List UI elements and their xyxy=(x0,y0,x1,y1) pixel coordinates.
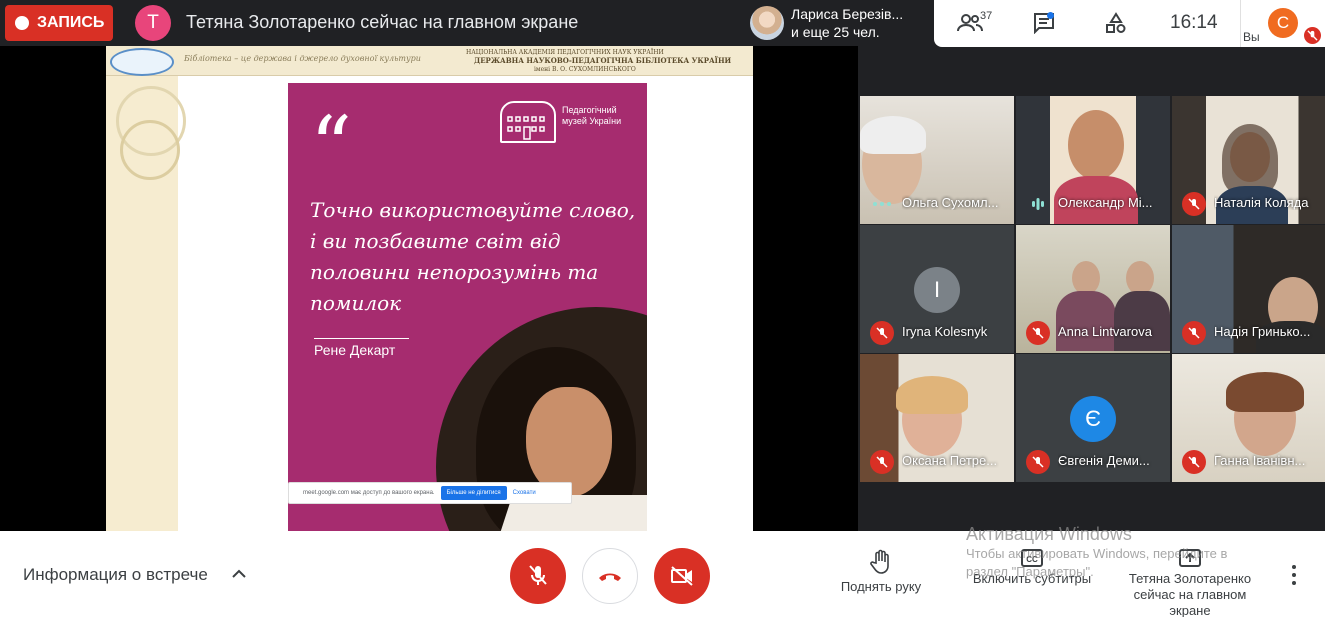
raise-hand-button[interactable]: Поднять руку xyxy=(835,549,927,594)
participant-tile[interactable]: Ольга Сухомл... xyxy=(860,96,1014,224)
mic-off-icon xyxy=(1026,321,1050,345)
academy-line: НАЦІОНАЛЬНА АКАДЕМІЯ ПЕДАГОГІЧНИХ НАУК У… xyxy=(466,49,664,56)
share-notice: meet.google.com має доступ до вашого екр… xyxy=(303,490,435,496)
mic-off-icon xyxy=(1182,192,1206,216)
hide-button[interactable]: Сховати xyxy=(513,490,536,496)
quote-author: Рене Декарт xyxy=(314,342,396,358)
mic-off-icon xyxy=(870,321,894,345)
participant-grid: Ольга Сухомл... Олександр Мі... Наталія … xyxy=(860,96,1325,482)
stop-sharing-button[interactable]: Більше не ділитися xyxy=(440,486,507,500)
quote-text: Точно використовуйте слово, і ви позбави… xyxy=(310,198,636,315)
screen-share-bar: meet.google.com має доступ до вашого екр… xyxy=(288,482,572,504)
participant-name: Олександр Мі... xyxy=(1058,195,1153,210)
slide-left-decoration xyxy=(106,46,186,531)
captions-label: Включить субтитры xyxy=(972,571,1092,586)
top-bar: ЗАПИСЬ Т Тетяна Золотаренко сейчас на гл… xyxy=(0,0,1325,47)
participant-name: Ольга Сухомл... xyxy=(902,195,999,210)
presenting-button[interactable]: Тетяна Золотаренко сейчас на главном экр… xyxy=(1122,549,1258,617)
participant-tile[interactable]: Оксана Петре... xyxy=(860,354,1014,482)
more-options-icon[interactable] xyxy=(1284,563,1304,587)
people-count: 37 xyxy=(980,10,993,22)
participant-name: Iryna Kolesnyk xyxy=(902,324,988,339)
participant-name: Оксана Петре... xyxy=(902,453,998,468)
divider xyxy=(314,338,409,339)
record-dot-icon xyxy=(15,16,29,30)
participant-avatar: Є xyxy=(1070,396,1116,442)
quote-marks: “ xyxy=(310,100,352,195)
mic-off-icon xyxy=(1182,450,1206,474)
hang-up-icon xyxy=(599,573,621,581)
svg-text:CC: CC xyxy=(1026,555,1038,564)
activities-icon[interactable] xyxy=(1102,9,1130,37)
quote-card: Педагогічний музей України “ Точно викор… xyxy=(288,83,647,531)
participant-name: Євгенія Деми... xyxy=(1058,453,1150,468)
mic-off-icon xyxy=(1026,450,1050,474)
divider xyxy=(1240,0,1241,47)
participant-tile[interactable]: Наталія Коляда xyxy=(1172,96,1325,224)
participant-tile[interactable]: I Iryna Kolesnyk xyxy=(860,225,1014,353)
clock: 16:14 xyxy=(1170,12,1218,33)
presenter-status: Тетяна Золотаренко сейчас на главном экр… xyxy=(186,12,579,32)
museum-logo-icon xyxy=(500,101,556,143)
participant-name: Ганна Іванівн... xyxy=(1214,453,1306,468)
microphone-toggle-button[interactable] xyxy=(510,548,566,604)
chat-icon[interactable] xyxy=(1030,9,1058,37)
recording-badge[interactable]: ЗАПИСЬ xyxy=(5,5,113,41)
participant-tile[interactable]: Anna Lintvarova xyxy=(1016,225,1170,353)
mic-off-icon xyxy=(1182,321,1206,345)
library-name: ДЕРЖАВНА НАУКОВО-ПЕДАГОГІЧНА БІБЛІОТЕКА … xyxy=(474,56,732,65)
speaking-dots-icon xyxy=(870,192,894,216)
attendee-name: Лариса Березів... xyxy=(791,6,904,22)
attendee-summary[interactable]: Лариса Березів... и еще 25 чел. xyxy=(744,0,934,46)
library-logo xyxy=(110,48,174,76)
self-label: Вы xyxy=(1243,30,1260,44)
meeting-info-button[interactable]: Информация о встрече xyxy=(23,565,208,585)
presenting-label: Тетяна Золотаренко сейчас на главном экр… xyxy=(1128,571,1252,617)
chevron-up-icon[interactable] xyxy=(231,567,247,585)
closed-captions-icon: CC xyxy=(1021,549,1043,567)
leave-call-button[interactable] xyxy=(582,548,638,604)
library-header: Бібліотека – це держава і джерело духовн… xyxy=(106,46,753,76)
mic-off-icon xyxy=(1304,27,1321,44)
museum-name: Педагогічний музей України xyxy=(562,105,622,126)
shared-slide: Бібліотека – це держава і джерело духовн… xyxy=(106,46,753,531)
participant-tile[interactable]: Олександр Мі... xyxy=(1016,96,1170,224)
meeting-toolbar: 37 16:14 С Вы xyxy=(934,0,1325,47)
participant-name: Anna Lintvarova xyxy=(1058,324,1152,339)
attendee-avatar xyxy=(750,6,784,40)
camera-off-icon xyxy=(671,566,693,586)
speaking-bars-icon xyxy=(1026,192,1050,216)
recording-label: ЗАПИСЬ xyxy=(37,14,105,31)
camera-toggle-button[interactable] xyxy=(654,548,710,604)
participant-name: Надія Гринько... xyxy=(1214,324,1311,339)
bottom-bar: Информация о встрече Поднять руку CC Вкл… xyxy=(0,531,1325,617)
captions-button[interactable]: CC Включить субтитры xyxy=(958,549,1106,586)
library-slogan: Бібліотека – це держава і джерело духовн… xyxy=(184,54,421,63)
presenter-avatar: Т xyxy=(135,5,171,41)
self-avatar[interactable]: С xyxy=(1268,8,1298,38)
present-screen-icon xyxy=(1179,549,1201,567)
attendee-more: и еще 25 чел. xyxy=(791,24,880,40)
participant-avatar: I xyxy=(914,267,960,313)
mic-off-icon xyxy=(870,450,894,474)
raise-hand-label: Поднять руку xyxy=(840,579,922,594)
participant-tile[interactable]: Надія Гринько... xyxy=(1172,225,1325,353)
mic-off-icon xyxy=(529,565,547,585)
participant-tile[interactable]: Є Євгенія Деми... xyxy=(1016,354,1170,482)
participant-tile[interactable]: Ганна Іванівн... xyxy=(1172,354,1325,482)
hand-icon xyxy=(870,549,889,574)
participant-name: Наталія Коляда xyxy=(1214,195,1309,210)
chat-notification-dot xyxy=(1047,12,1054,19)
presentation-stage: Бібліотека – це держава і джерело духовн… xyxy=(0,46,858,531)
library-honorific: імені В. О. СУХОМЛИНСЬКОГО xyxy=(534,66,636,73)
